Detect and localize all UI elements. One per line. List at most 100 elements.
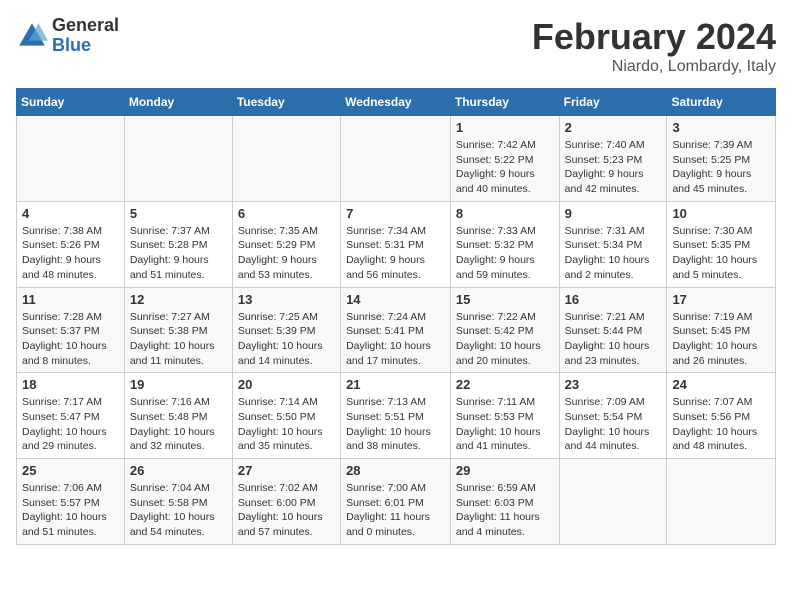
day-info: Sunrise: 7:14 AMSunset: 5:50 PMDaylight:… xyxy=(238,395,335,454)
day-info: Sunrise: 7:25 AMSunset: 5:39 PMDaylight:… xyxy=(238,310,335,369)
calendar-cell: 20Sunrise: 7:14 AMSunset: 5:50 PMDayligh… xyxy=(232,373,340,459)
day-number: 17 xyxy=(672,292,770,307)
calendar-cell: 23 Sunrise: 7:09 AMSunset: 5:54 PMDayligh… xyxy=(559,373,667,459)
calendar-cell: 27 Sunrise: 7:02 AMSunset: 6:00 PMDayligh… xyxy=(232,459,340,545)
day-number: 10 xyxy=(672,206,770,221)
weekday-header-saturday: Saturday xyxy=(667,89,776,116)
calendar-cell: 26 Sunrise: 7:04 AMSunset: 5:58 PMDayligh… xyxy=(124,459,232,545)
day-info: Sunrise: 7:28 AMSunset: 5:37 PMDaylight:… xyxy=(22,310,119,369)
calendar-cell: 29 Sunrise: 6:59 AMSunset: 6:03 PMDayligh… xyxy=(450,459,559,545)
day-info: Sunrise: 7:09 AMSunset: 5:54 PMDaylight:… xyxy=(565,395,662,454)
day-info: Sunrise: 7:35 AMSunset: 5:29 PMDaylight:… xyxy=(238,224,335,283)
day-info: Sunrise: 7:07 AMSunset: 5:56 PMDaylight:… xyxy=(672,395,770,454)
logo-icon xyxy=(16,20,48,52)
title-block: February 2024 Niardo, Lombardy, Italy xyxy=(532,16,776,76)
day-number: 21 xyxy=(346,377,445,392)
day-number: 15 xyxy=(456,292,554,307)
calendar-week-2: 4 Sunrise: 7:38 AMSunset: 5:26 PMDaylight… xyxy=(17,201,776,287)
day-number: 1 xyxy=(456,120,554,135)
day-number: 7 xyxy=(346,206,445,221)
weekday-header-tuesday: Tuesday xyxy=(232,89,340,116)
calendar-cell: 22Sunrise: 7:11 AMSunset: 5:53 PMDayligh… xyxy=(450,373,559,459)
day-info: Sunrise: 7:00 AMSunset: 6:01 PMDaylight:… xyxy=(346,481,445,540)
calendar-cell: 4 Sunrise: 7:38 AMSunset: 5:26 PMDaylight… xyxy=(17,201,125,287)
calendar-body: 1 Sunrise: 7:42 AMSunset: 5:22 PMDaylight… xyxy=(17,116,776,545)
day-number: 4 xyxy=(22,206,119,221)
location: Niardo, Lombardy, Italy xyxy=(532,58,776,76)
calendar-cell: 15 Sunrise: 7:22 AMSunset: 5:42 PMDayligh… xyxy=(450,287,559,373)
day-number: 9 xyxy=(565,206,662,221)
calendar-week-4: 18 Sunrise: 7:17 AMSunset: 5:47 PMDayligh… xyxy=(17,373,776,459)
day-info: Sunrise: 7:40 AMSunset: 5:23 PMDaylight:… xyxy=(565,138,662,197)
weekday-header-sunday: Sunday xyxy=(17,89,125,116)
day-info: Sunrise: 7:38 AMSunset: 5:26 PMDaylight:… xyxy=(22,224,119,283)
calendar-cell: 28 Sunrise: 7:00 AMSunset: 6:01 PMDayligh… xyxy=(341,459,451,545)
logo-blue: Blue xyxy=(52,35,91,55)
logo: General Blue xyxy=(16,16,119,56)
calendar-week-1: 1 Sunrise: 7:42 AMSunset: 5:22 PMDaylight… xyxy=(17,116,776,202)
day-info: Sunrise: 6:59 AMSunset: 6:03 PMDaylight:… xyxy=(456,481,554,540)
calendar-cell xyxy=(17,116,125,202)
day-number: 14 xyxy=(346,292,445,307)
day-number: 23 xyxy=(565,377,662,392)
day-number: 12 xyxy=(130,292,227,307)
calendar-cell: 7 Sunrise: 7:34 AMSunset: 5:31 PMDaylight… xyxy=(341,201,451,287)
calendar-cell: 5Sunrise: 7:37 AMSunset: 5:28 PMDaylight… xyxy=(124,201,232,287)
calendar-cell xyxy=(667,459,776,545)
weekday-header-monday: Monday xyxy=(124,89,232,116)
calendar-header: SundayMondayTuesdayWednesdayThursdayFrid… xyxy=(17,89,776,116)
weekday-header-row: SundayMondayTuesdayWednesdayThursdayFrid… xyxy=(17,89,776,116)
logo-text: General Blue xyxy=(52,16,119,56)
calendar-cell: 11 Sunrise: 7:28 AMSunset: 5:37 PMDayligh… xyxy=(17,287,125,373)
day-info: Sunrise: 7:04 AMSunset: 5:58 PMDaylight:… xyxy=(130,481,227,540)
weekday-header-wednesday: Wednesday xyxy=(341,89,451,116)
day-info: Sunrise: 7:39 AMSunset: 5:25 PMDaylight:… xyxy=(672,138,770,197)
calendar-week-3: 11 Sunrise: 7:28 AMSunset: 5:37 PMDayligh… xyxy=(17,287,776,373)
day-info: Sunrise: 7:19 AMSunset: 5:45 PMDaylight:… xyxy=(672,310,770,369)
calendar-cell: 14 Sunrise: 7:24 AMSunset: 5:41 PMDayligh… xyxy=(341,287,451,373)
day-info: Sunrise: 7:34 AMSunset: 5:31 PMDaylight:… xyxy=(346,224,445,283)
calendar-cell: 2 Sunrise: 7:40 AMSunset: 5:23 PMDaylight… xyxy=(559,116,667,202)
day-number: 25 xyxy=(22,463,119,478)
calendar-cell xyxy=(341,116,451,202)
day-number: 11 xyxy=(22,292,119,307)
day-info: Sunrise: 7:02 AMSunset: 6:00 PMDaylight:… xyxy=(238,481,335,540)
day-number: 2 xyxy=(565,120,662,135)
day-number: 19 xyxy=(130,377,227,392)
day-info: Sunrise: 7:24 AMSunset: 5:41 PMDaylight:… xyxy=(346,310,445,369)
day-number: 29 xyxy=(456,463,554,478)
day-info: Sunrise: 7:42 AMSunset: 5:22 PMDaylight:… xyxy=(456,138,554,197)
calendar-cell: 6 Sunrise: 7:35 AMSunset: 5:29 PMDaylight… xyxy=(232,201,340,287)
day-number: 8 xyxy=(456,206,554,221)
day-number: 27 xyxy=(238,463,335,478)
day-info: Sunrise: 7:22 AMSunset: 5:42 PMDaylight:… xyxy=(456,310,554,369)
day-info: Sunrise: 7:17 AMSunset: 5:47 PMDaylight:… xyxy=(22,395,119,454)
calendar-cell: 18 Sunrise: 7:17 AMSunset: 5:47 PMDayligh… xyxy=(17,373,125,459)
calendar-cell: 12Sunrise: 7:27 AMSunset: 5:38 PMDayligh… xyxy=(124,287,232,373)
calendar-cell: 1 Sunrise: 7:42 AMSunset: 5:22 PMDaylight… xyxy=(450,116,559,202)
day-info: Sunrise: 7:06 AMSunset: 5:57 PMDaylight:… xyxy=(22,481,119,540)
calendar: SundayMondayTuesdayWednesdayThursdayFrid… xyxy=(16,88,776,545)
month-title: February 2024 xyxy=(532,16,776,58)
day-info: Sunrise: 7:37 AMSunset: 5:28 PMDaylight:… xyxy=(130,224,227,283)
day-number: 18 xyxy=(22,377,119,392)
day-number: 26 xyxy=(130,463,227,478)
day-info: Sunrise: 7:16 AMSunset: 5:48 PMDaylight:… xyxy=(130,395,227,454)
calendar-cell xyxy=(232,116,340,202)
logo-general: General xyxy=(52,15,119,35)
weekday-header-friday: Friday xyxy=(559,89,667,116)
calendar-cell: 17 Sunrise: 7:19 AMSunset: 5:45 PMDayligh… xyxy=(667,287,776,373)
calendar-week-5: 25 Sunrise: 7:06 AMSunset: 5:57 PMDayligh… xyxy=(17,459,776,545)
day-number: 3 xyxy=(672,120,770,135)
calendar-cell: 21Sunrise: 7:13 AMSunset: 5:51 PMDayligh… xyxy=(341,373,451,459)
calendar-cell: 19 Sunrise: 7:16 AMSunset: 5:48 PMDayligh… xyxy=(124,373,232,459)
weekday-header-thursday: Thursday xyxy=(450,89,559,116)
day-info: Sunrise: 7:31 AMSunset: 5:34 PMDaylight:… xyxy=(565,224,662,283)
calendar-cell: 10Sunrise: 7:30 AMSunset: 5:35 PMDayligh… xyxy=(667,201,776,287)
day-info: Sunrise: 7:21 AMSunset: 5:44 PMDaylight:… xyxy=(565,310,662,369)
day-number: 28 xyxy=(346,463,445,478)
day-number: 6 xyxy=(238,206,335,221)
day-number: 22 xyxy=(456,377,554,392)
day-number: 13 xyxy=(238,292,335,307)
calendar-cell: 13 Sunrise: 7:25 AMSunset: 5:39 PMDayligh… xyxy=(232,287,340,373)
